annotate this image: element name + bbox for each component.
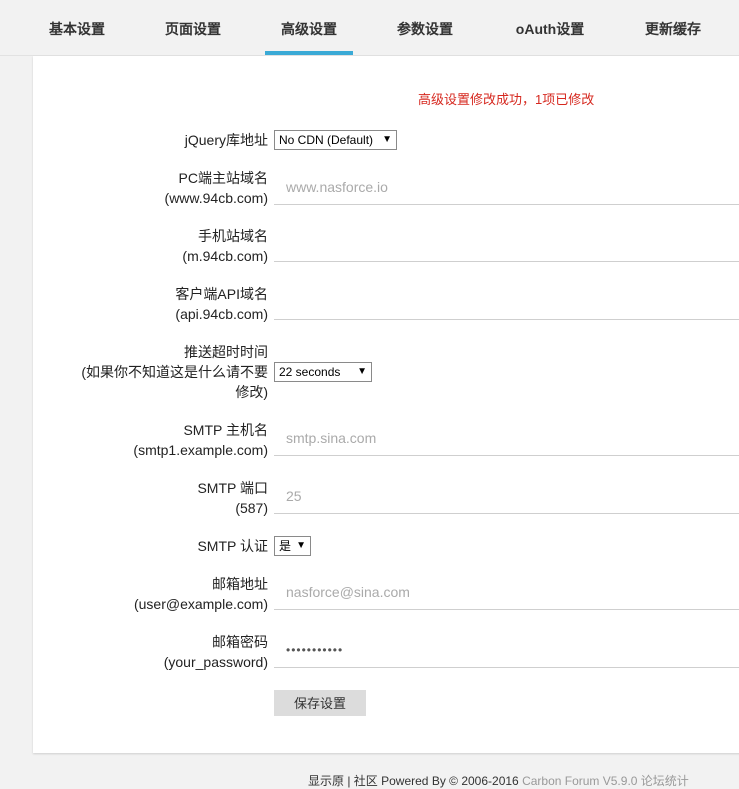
push-timeout-label-note: (如果你不知道这是什么请不要 xyxy=(81,364,268,380)
tab-update-cache[interactable]: 更新缓存 xyxy=(630,0,716,55)
mobile-domain-label-example: (m.94cb.com) xyxy=(182,248,268,264)
email-input[interactable] xyxy=(274,574,739,610)
password-label-title: 邮箱密码 xyxy=(212,634,268,650)
push-timeout-select[interactable]: 22 seconds ▼ xyxy=(274,362,372,382)
smtp-port-input[interactable] xyxy=(274,478,739,514)
mobile-domain-label: 手机站域名 (m.94cb.com) xyxy=(182,226,268,266)
smtp-auth-value: 是 xyxy=(279,539,292,553)
smtp-host-label: SMTP 主机名 (smtp1.example.com) xyxy=(133,420,268,460)
api-domain-label: 客户端API域名 (api.94cb.com) xyxy=(175,284,268,324)
push-timeout-label: 推送超时时间 (如果你不知道这是什么请不要 修改) xyxy=(81,342,268,402)
api-domain-label-title: 客户端API域名 xyxy=(175,286,268,302)
advanced-settings-panel: 高级设置修改成功，1项已修改 jQuery库地址 No CDN (Default… xyxy=(33,56,739,753)
save-settings-button[interactable]: 保存设置 xyxy=(274,690,366,716)
smtp-port-label-example: (587) xyxy=(235,500,268,516)
tab-page[interactable]: 页面设置 xyxy=(150,0,236,55)
jquery-cdn-value: No CDN (Default) xyxy=(279,133,374,147)
pc-domain-label-example: (www.94cb.com) xyxy=(164,190,268,206)
password-input[interactable]: ••••••••••• xyxy=(274,632,739,668)
jquery-cdn-select[interactable]: No CDN (Default) ▼ xyxy=(274,130,397,150)
smtp-auth-label: SMTP 认证 xyxy=(197,538,268,554)
pc-domain-label: PC端主站域名 (www.94cb.com) xyxy=(165,168,268,208)
api-domain-label-example: (api.94cb.com) xyxy=(175,306,268,322)
password-label-example: (your_password) xyxy=(163,654,268,670)
dropdown-arrow-icon: ▼ xyxy=(382,134,392,145)
smtp-auth-select[interactable]: 是 ▼ xyxy=(274,536,311,556)
settings-tabs: 基本设置 页面设置 高级设置 参数设置 oAuth设置 更新缓存 xyxy=(0,0,739,56)
footer-version-link[interactable]: Carbon Forum V5.9.0 论坛统计 xyxy=(522,774,689,788)
email-label: 邮箱地址 (user@example.com) xyxy=(134,574,268,614)
push-timeout-label-title: 推送超时时间 xyxy=(184,344,268,360)
tab-basic[interactable]: 基本设置 xyxy=(34,0,120,55)
tab-oauth[interactable]: oAuth设置 xyxy=(500,0,600,55)
tab-params[interactable]: 参数设置 xyxy=(382,0,468,55)
password-label: 邮箱密码 (your_password) xyxy=(164,632,268,672)
email-label-title: 邮箱地址 xyxy=(212,576,268,592)
smtp-port-label: SMTP 端口 (587) xyxy=(197,478,268,518)
mobile-domain-label-title: 手机站域名 xyxy=(198,228,268,244)
success-message: 高级设置修改成功，1项已修改 xyxy=(418,92,595,107)
dropdown-arrow-icon: ▼ xyxy=(296,540,306,551)
smtp-port-label-title: SMTP 端口 xyxy=(197,480,268,496)
pc-domain-label-title: PC端主站域名 xyxy=(178,170,268,186)
dropdown-arrow-icon: ▼ xyxy=(357,366,367,377)
mobile-domain-input[interactable] xyxy=(274,226,739,262)
smtp-host-label-example: (smtp1.example.com) xyxy=(133,442,268,458)
pc-domain-input[interactable] xyxy=(274,169,739,205)
footer-text: 显示原 | 社区 Powered By © 2006-2016 xyxy=(308,774,519,788)
tab-advanced[interactable]: 高级设置 xyxy=(265,0,353,55)
push-timeout-value: 22 seconds xyxy=(279,365,341,379)
push-timeout-label-note-end: 修改) xyxy=(235,384,268,400)
jquery-label: jQuery库地址 xyxy=(184,132,268,148)
api-domain-input[interactable] xyxy=(274,284,739,320)
smtp-host-input[interactable] xyxy=(274,420,739,456)
smtp-host-label-title: SMTP 主机名 xyxy=(183,422,268,438)
email-label-example: (user@example.com) xyxy=(133,596,268,612)
